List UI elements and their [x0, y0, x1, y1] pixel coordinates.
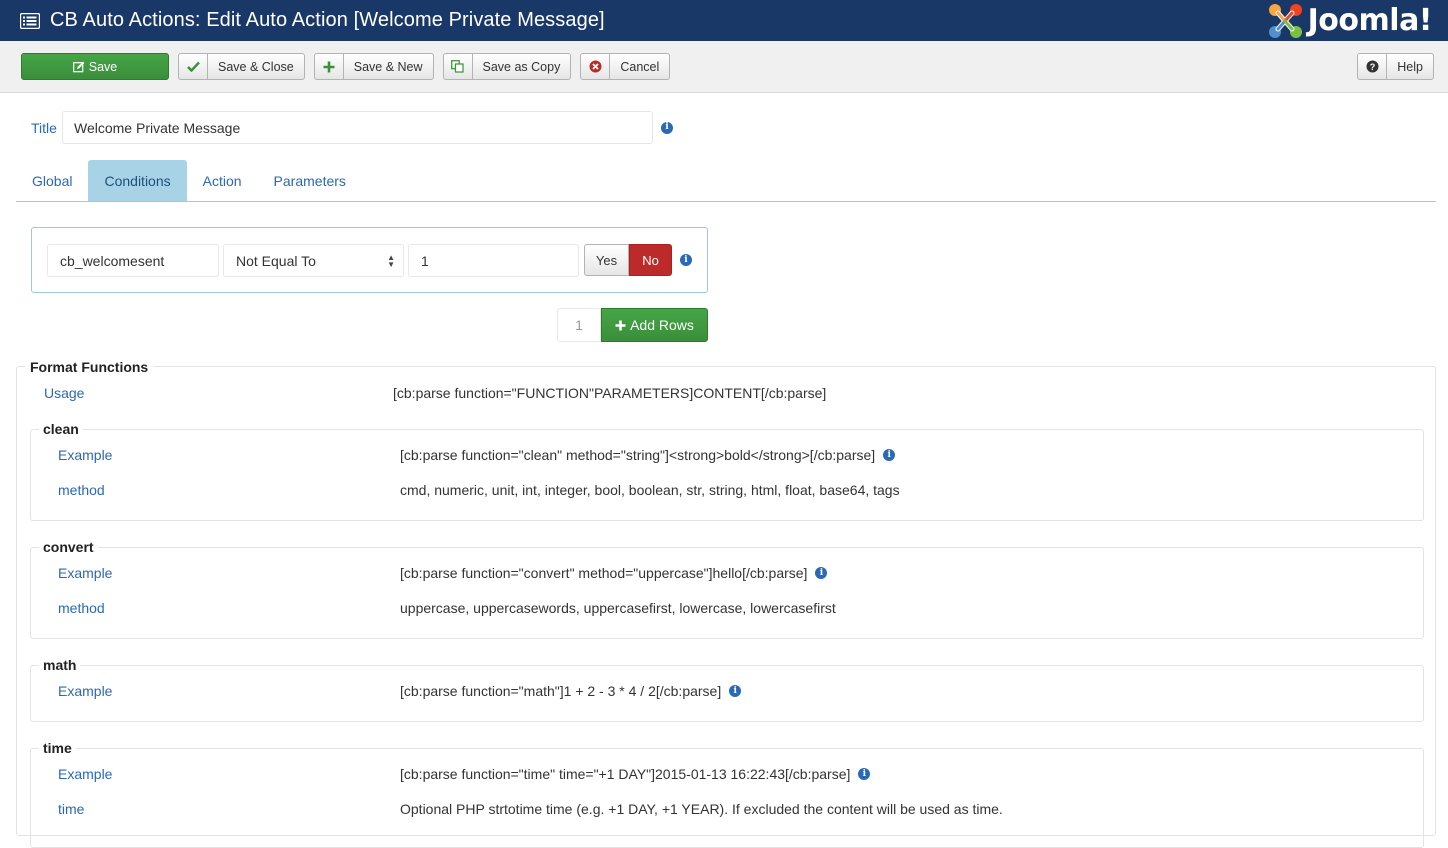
edit-icon: [72, 54, 85, 79]
add-rows-button[interactable]: Add Rows: [601, 308, 708, 342]
yes-button[interactable]: Yes: [584, 244, 629, 276]
row-key: method: [58, 600, 105, 616]
info-icon[interactable]: i: [680, 254, 692, 266]
copy-icon: [444, 54, 473, 79]
group-math: math Example [cb:parse function="math"]1…: [30, 657, 1424, 722]
usage-row: Usage: [44, 385, 84, 401]
check-icon: [179, 54, 208, 79]
group-title: math: [39, 657, 81, 673]
question-icon: ?: [1358, 54, 1388, 79]
format-functions-legend: Format Functions: [25, 359, 154, 375]
operator-value: Not Equal To: [236, 252, 316, 269]
usage-label: Usage: [44, 385, 85, 401]
info-icon[interactable]: i: [883, 449, 896, 461]
joomla-logo-icon: [1268, 3, 1302, 38]
add-rows-group: 1 Add Rows: [557, 308, 708, 342]
field-input[interactable]: cb_welcomesent: [47, 244, 219, 277]
group-clean: clean Example [cb:parse function="clean"…: [30, 421, 1424, 521]
title-label: Title: [31, 119, 57, 136]
group-title: convert: [39, 539, 98, 555]
info-icon[interactable]: i: [815, 567, 828, 579]
save-close-button[interactable]: Save & Close: [178, 53, 305, 80]
select-arrows-icon: ▲ ▼: [387, 252, 395, 269]
row-key: Example: [58, 447, 113, 463]
group-title: time: [39, 740, 76, 756]
tab-conditions[interactable]: Conditions: [88, 160, 187, 201]
group-title: clean: [39, 421, 83, 437]
cancel-circle-icon: [581, 54, 611, 79]
save-button[interactable]: Save: [21, 53, 169, 80]
row-value: [cb:parse function="clean" method="strin…: [400, 447, 876, 463]
rows-count-input[interactable]: 1: [557, 308, 601, 342]
no-button[interactable]: No: [629, 244, 672, 276]
row-value: uppercase, uppercasewords, uppercasefirs…: [400, 600, 836, 616]
yes-no-toggle: Yes No: [584, 244, 672, 276]
row-key: Example: [58, 565, 113, 581]
row-value: [cb:parse function="math"]1 + 2 - 3 * 4 …: [400, 683, 722, 699]
row-key: time: [58, 801, 85, 817]
row-value: [cb:parse function="convert" method="upp…: [400, 565, 808, 581]
admin-header: CB Auto Actions: Edit Auto Action [Welco…: [0, 0, 1448, 41]
row-value: [cb:parse function="time" time="+1 DAY"]…: [400, 766, 851, 782]
joomla-logo[interactable]: Joomla!: [1266, 2, 1433, 40]
group-time: time Example [cb:parse function="time" t…: [30, 740, 1424, 848]
condition-row: cb_welcomesent Not Equal To ▲ ▼ 1 Yes No …: [31, 227, 708, 293]
info-icon[interactable]: i: [858, 768, 871, 780]
list-icon: [20, 12, 40, 29]
tab-bar: Global Conditions Action Parameters: [16, 160, 1436, 202]
row-value: cmd, numeric, unit, int, integer, bool, …: [400, 482, 900, 498]
tab-action[interactable]: Action: [187, 160, 258, 201]
row-key: Example: [58, 766, 113, 782]
cancel-button[interactable]: Cancel: [580, 53, 671, 80]
save-new-button[interactable]: Save & New: [313, 53, 434, 80]
save-copy-button[interactable]: Save as Copy: [442, 53, 572, 80]
format-functions-panel: Format Functions Usage [cb:parse functio…: [16, 359, 1436, 848]
tab-parameters[interactable]: Parameters: [258, 160, 362, 201]
info-icon[interactable]: i: [661, 121, 673, 134]
row-value: Optional PHP strtotime time (e.g. +1 DAY…: [400, 801, 1003, 817]
toolbar: Save Save & Close Save & New Save as Cop…: [0, 41, 1448, 93]
plus-icon: [315, 54, 344, 79]
page-title: CB Auto Actions: Edit Auto Action [Welco…: [50, 9, 605, 31]
info-icon[interactable]: i: [729, 685, 742, 697]
joomla-logo-text: Joomla!: [1307, 3, 1433, 38]
svg-text:?: ?: [1370, 62, 1376, 72]
title-input[interactable]: Welcome Private Message: [62, 111, 653, 144]
group-convert: convert Example [cb:parse function="conv…: [30, 539, 1424, 639]
plus-icon: [615, 320, 626, 330]
operator-select[interactable]: Not Equal To ▲ ▼: [223, 244, 404, 277]
title-row: Title Welcome Private Message i: [31, 111, 673, 144]
usage-value: [cb:parse function="FUNCTION"PARAMETERS]…: [393, 385, 827, 401]
help-button[interactable]: ? Help: [1357, 53, 1434, 80]
tab-global[interactable]: Global: [16, 160, 88, 201]
usage-value-row: [cb:parse function="FUNCTION"PARAMETERS]…: [393, 385, 826, 401]
value-input[interactable]: 1: [408, 244, 579, 277]
row-key: method: [58, 482, 105, 498]
row-key: Example: [58, 683, 113, 699]
